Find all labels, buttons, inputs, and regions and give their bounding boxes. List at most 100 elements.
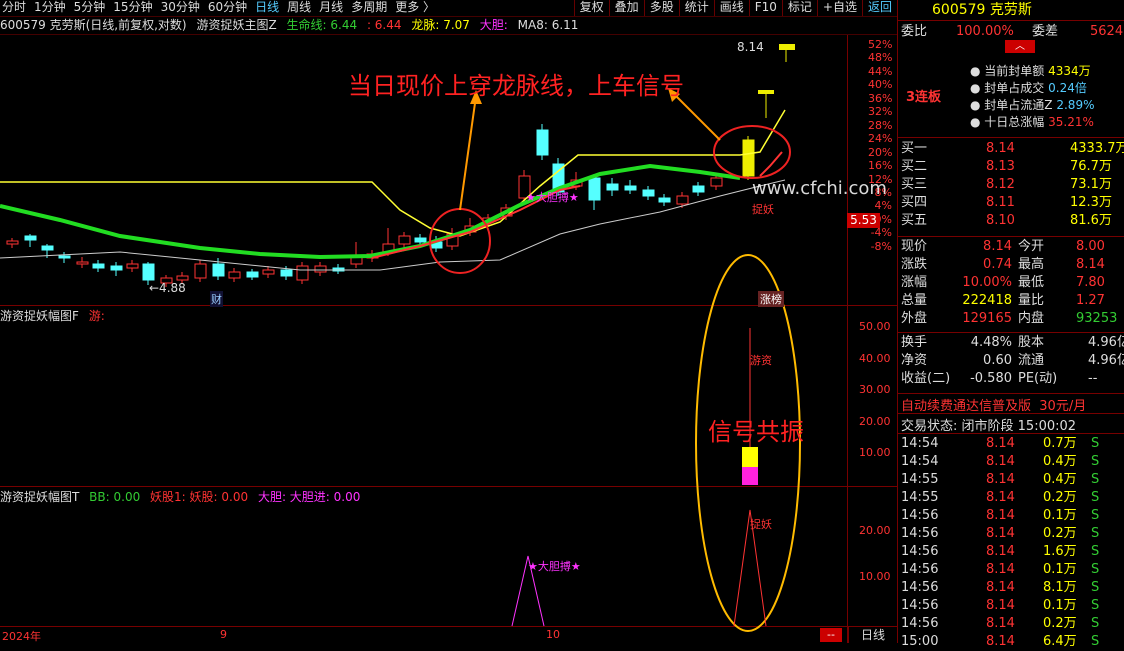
sub2-tick: 20.00	[859, 524, 891, 537]
sub2-name[interactable]: 游资捉妖幅图T	[0, 490, 79, 504]
toolbar-button-8[interactable]: 返回	[861, 0, 897, 16]
tick-time: 14:56	[901, 526, 939, 541]
ma8-line	[0, 179, 786, 271]
candle-body	[536, 129, 549, 156]
tick-side: S	[1091, 634, 1100, 649]
tick-row[interactable]: 14:56 8.14 0.1万 S	[898, 561, 1124, 579]
candle-body	[692, 185, 705, 193]
bid-row[interactable]: 买五 8.10 81.6万	[898, 212, 1124, 230]
quote-value: 222418	[962, 293, 1012, 308]
toolbar-button-3[interactable]: 统计	[678, 0, 714, 16]
fund-value: --	[1088, 371, 1098, 386]
top-annotation: 当日现价上穿龙脉线，上车信号	[348, 72, 684, 100]
candle-body	[58, 255, 71, 259]
period-tab-1[interactable]: 1分钟	[32, 0, 68, 16]
fund-label: PE(动)	[1018, 371, 1058, 386]
quote-row: 总量 222418 量比 1.27	[898, 292, 1124, 310]
tick-row[interactable]: 14:56 8.14 0.1万 S	[898, 507, 1124, 525]
period-tab-8[interactable]: 月线	[317, 0, 345, 16]
period-tab-10[interactable]: 更多 〉	[393, 0, 437, 16]
toolbar-button-7[interactable]: +自选	[816, 0, 862, 16]
ten-day-label: ● 十日总涨幅	[970, 115, 1045, 129]
bid-row[interactable]: 买一 8.14 4333.7万	[898, 140, 1124, 158]
tick-price: 8.14	[986, 562, 1015, 577]
period-tab-4[interactable]: 30分钟	[159, 0, 202, 16]
tick-row[interactable]: 15:00 8.14 6.4万 S	[898, 633, 1124, 651]
tick-volume: 0.4万	[1043, 454, 1077, 469]
candle-body	[176, 275, 189, 281]
candle-body	[296, 265, 309, 281]
tick-row[interactable]: 14:54 8.14 0.4万 S	[898, 453, 1124, 471]
ten-day-value: 35.21%	[1048, 115, 1094, 129]
tick-row[interactable]: 14:55 8.14 0.2万 S	[898, 489, 1124, 507]
signal-line	[759, 151, 783, 177]
period-tab-5[interactable]: 60分钟	[206, 0, 249, 16]
period-tab-0[interactable]: 分时	[0, 0, 28, 16]
quote-label: 现价	[901, 239, 928, 254]
sub2-bb: BB: 0.00	[89, 490, 141, 504]
bid-row[interactable]: 买四 8.11 12.3万	[898, 194, 1124, 212]
period-tab-2[interactable]: 5分钟	[72, 0, 108, 16]
price-tick: 16%	[868, 159, 893, 173]
period-toolbar: 分时 1分钟 5分钟 15分钟 30分钟 60分钟 日线 周线 月线 多周期 更多 〉 复权 叠加 多股…	[0, 0, 897, 17]
tick-side: S	[1091, 436, 1100, 451]
tick-row[interactable]: 14:56 8.14 8.1万 S	[898, 579, 1124, 597]
dash-button[interactable]: --	[820, 628, 842, 642]
tick-volume: 0.1万	[1043, 562, 1077, 577]
promo-link[interactable]: 自动续费通达信普及版 30元/月	[901, 395, 1086, 414]
tick-price: 8.14	[986, 490, 1015, 505]
tick-row[interactable]: 14:56 8.14 0.1万 S	[898, 597, 1124, 615]
tick-volume: 6.4万	[1043, 634, 1077, 649]
indicator-name[interactable]: 游资捉妖主图Z	[196, 18, 276, 32]
candle-body	[642, 189, 655, 197]
bid-price: 8.11	[986, 195, 1015, 210]
chart-area[interactable]: 分时 1分钟 5分钟 15分钟 30分钟 60分钟 日线 周线 月线 多周期 更多 〉 复权 叠加 多股…	[0, 0, 897, 643]
tick-row[interactable]: 14:56 8.14 0.2万 S	[898, 525, 1124, 543]
candle-body	[142, 263, 155, 281]
period-tab-7[interactable]: 周线	[285, 0, 313, 16]
candle-body	[228, 271, 241, 279]
toolbar-button-4[interactable]: 画线	[713, 0, 749, 16]
zhangbang-badge[interactable]: 涨榜	[758, 291, 784, 307]
stock-header: 600579 克劳斯	[898, 0, 1124, 21]
weicha-label: 委差	[1032, 24, 1059, 39]
toolbar-button-2[interactable]: 多股	[643, 0, 679, 16]
period-tab-6[interactable]: 日线	[253, 0, 281, 16]
tick-price: 8.14	[986, 508, 1015, 523]
daily-tab[interactable]: 日线	[848, 627, 897, 643]
tick-row[interactable]: 14:56 8.14 0.2万 S	[898, 615, 1124, 633]
bid-volume: 73.1万	[1070, 177, 1112, 192]
tick-list[interactable]: 14:54 8.14 0.7万 S 14:54 8.14 0.4万 S 14:55 8.14 0.4…	[898, 435, 1124, 651]
quote-row: 现价 8.14 今开 8.00	[898, 238, 1124, 256]
stock-title: 600579 克劳斯(日线,前复权,对数)	[0, 18, 187, 32]
period-tab-3[interactable]: 15分钟	[111, 0, 154, 16]
collapse-icon[interactable]: ︿	[1005, 40, 1035, 53]
toolbar-button-5[interactable]: F10	[748, 0, 782, 16]
sub1-name[interactable]: 游资捉妖幅图F	[0, 309, 79, 323]
tick-row[interactable]: 14:54 8.14 0.7万 S	[898, 435, 1124, 453]
zhuoyao-label-sub2: 捉妖	[750, 518, 772, 531]
toolbar-button-1[interactable]: 叠加	[608, 0, 644, 16]
bid-volume: 4333.7万	[1070, 141, 1124, 156]
candle-gap-mark	[758, 90, 774, 94]
quote-table: 现价 8.14 今开 8.00 涨跌 0.74 最高 8.14 涨幅 10.00% 最低 7.80 总量…	[898, 238, 1124, 328]
tick-side: S	[1091, 616, 1100, 631]
toolbar-button-6[interactable]: 标记	[781, 0, 817, 16]
tick-time: 14:55	[901, 490, 939, 505]
bid-row[interactable]: 买二 8.13 76.7万	[898, 158, 1124, 176]
tick-time: 14:56	[901, 508, 939, 523]
toolbar-button-0[interactable]: 复权	[573, 0, 609, 16]
period-tab-9[interactable]: 多周期	[349, 0, 389, 16]
current-price-tag: 5.53	[847, 213, 880, 228]
bid-row[interactable]: 买三 8.12 73.1万	[898, 176, 1124, 194]
bid-volume: 12.3万	[1070, 195, 1112, 210]
tick-time: 14:56	[901, 580, 939, 595]
tick-row[interactable]: 14:55 8.14 0.4万 S	[898, 471, 1124, 489]
tick-price: 8.14	[986, 526, 1015, 541]
fund-label: 净资	[901, 353, 928, 368]
cai-badge[interactable]: 财	[210, 291, 223, 307]
fund-label: 流通	[1018, 353, 1045, 368]
candle-body	[676, 195, 689, 205]
tick-row[interactable]: 14:56 8.14 1.6万 S	[898, 543, 1124, 561]
candle-body	[194, 263, 207, 279]
